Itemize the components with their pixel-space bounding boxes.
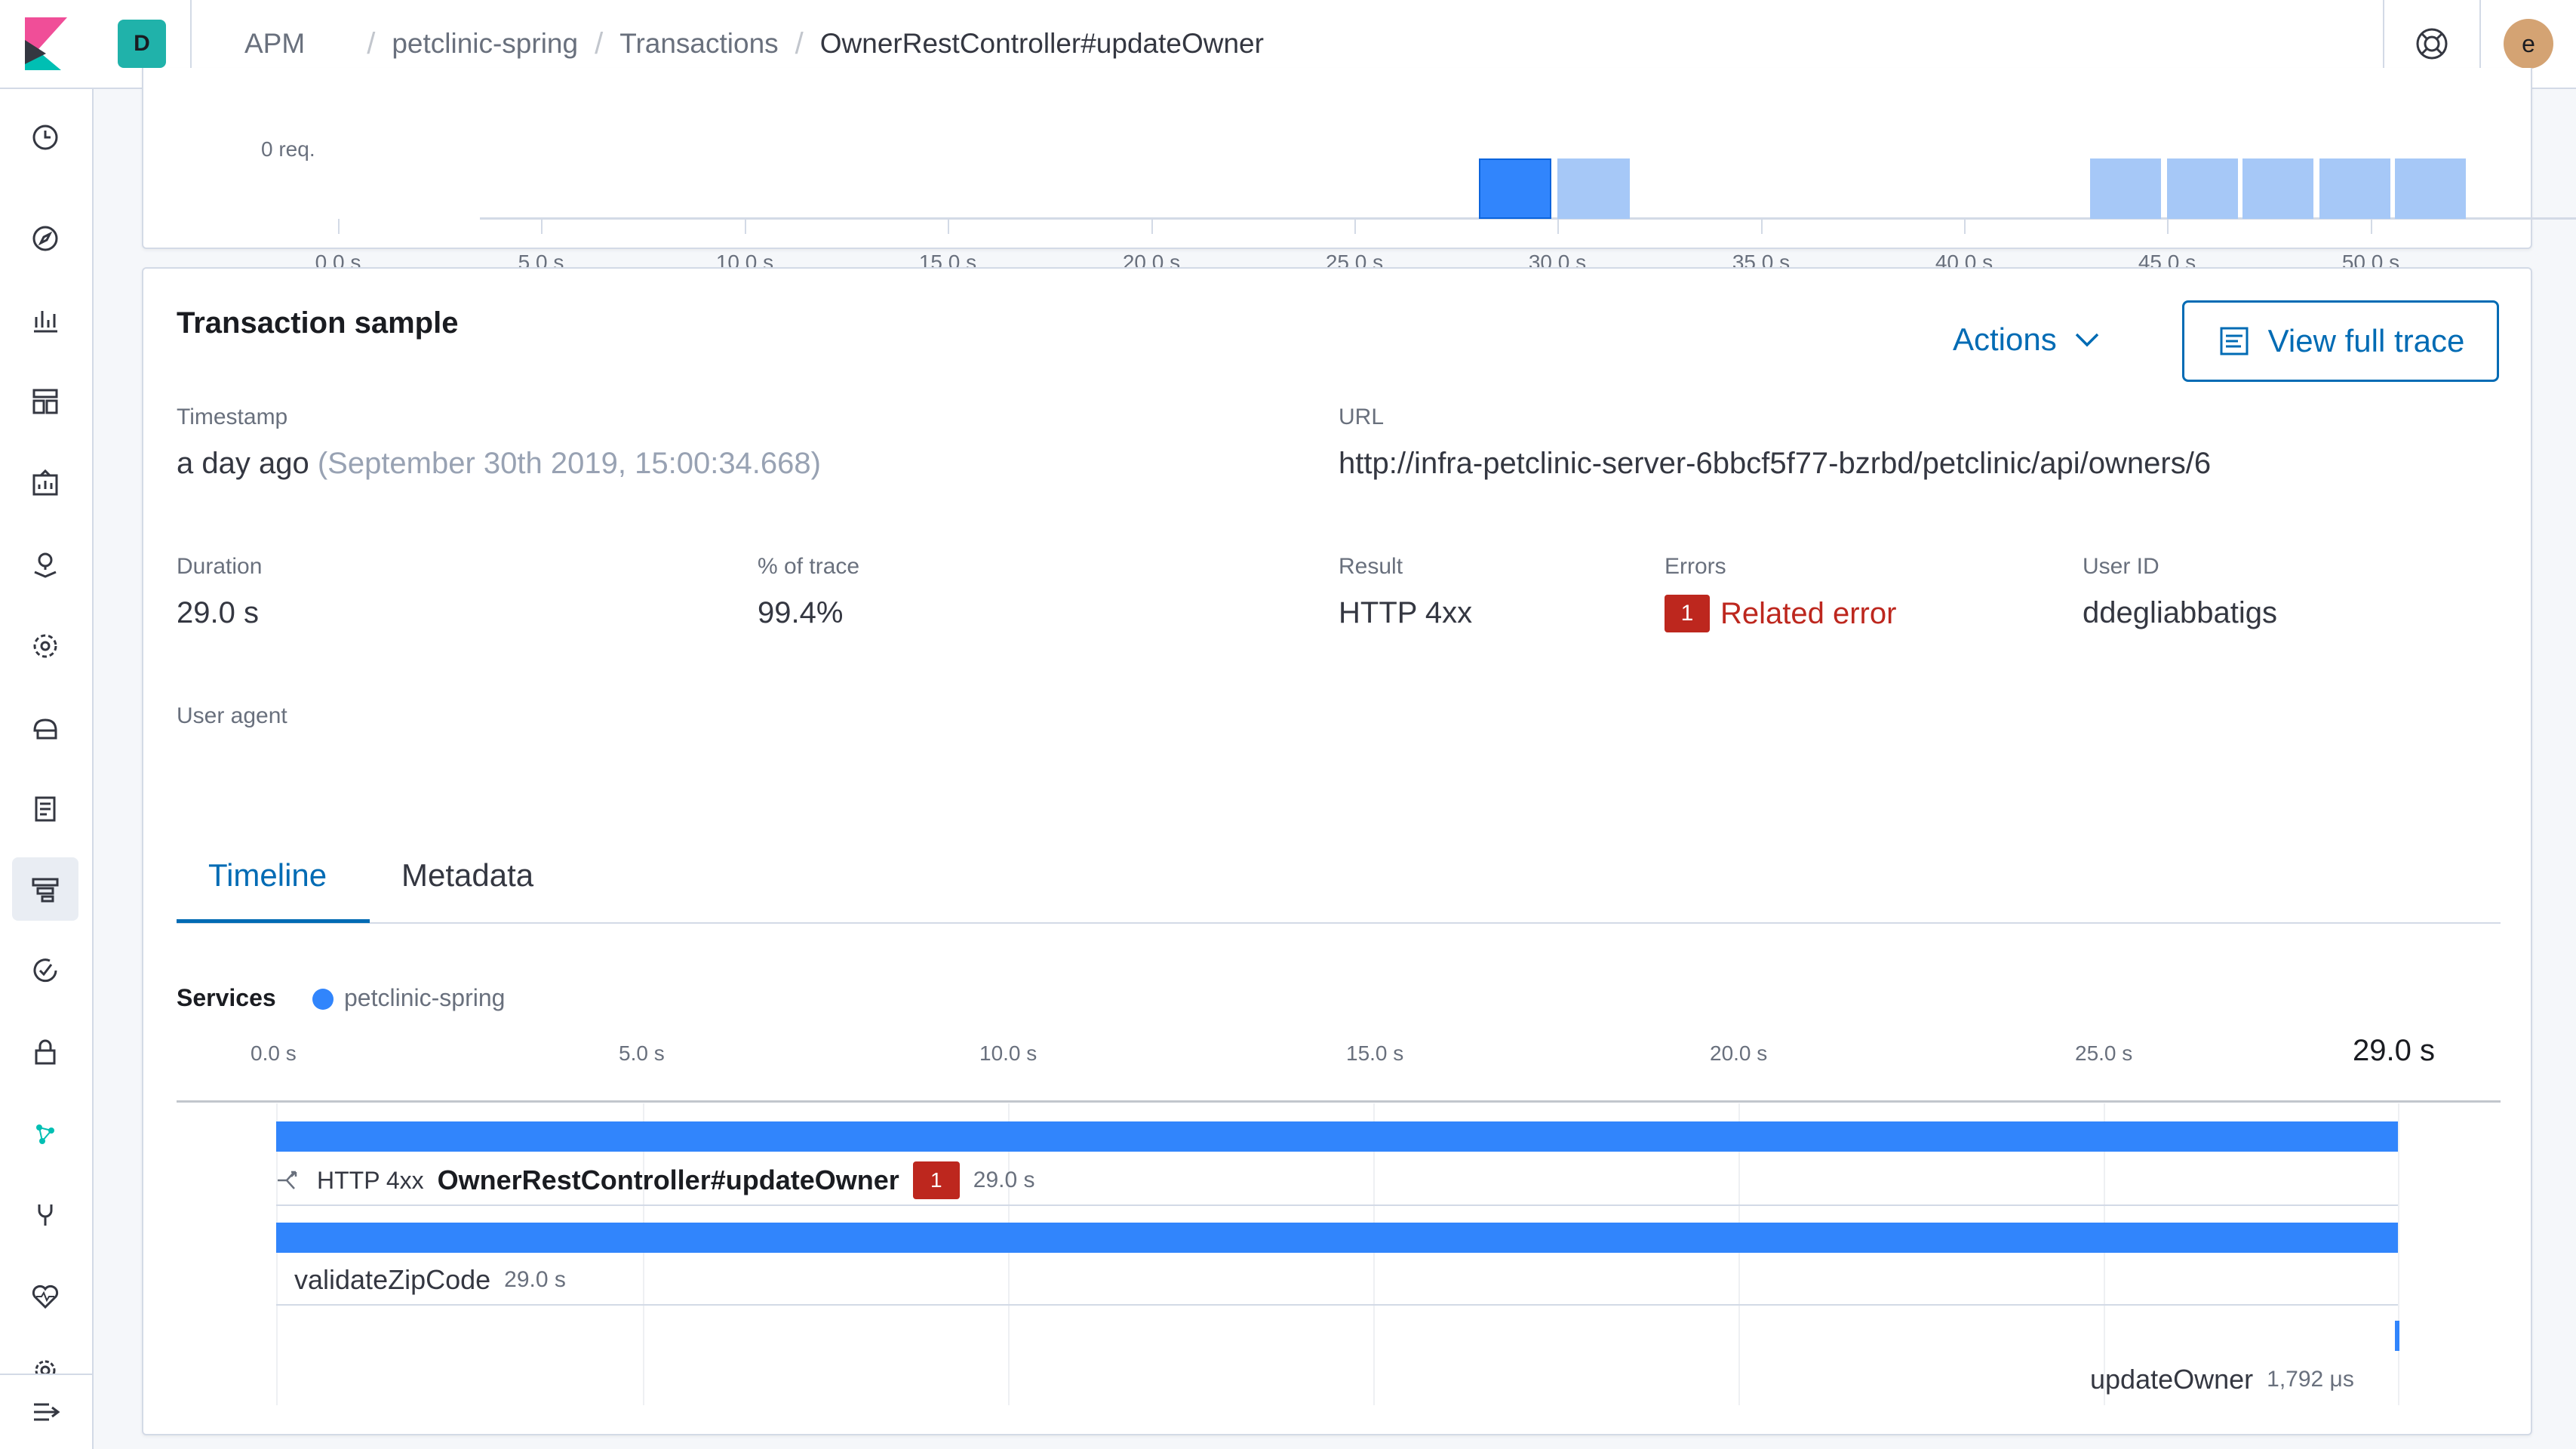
discover-compass-icon[interactable] [12,207,78,270]
timestamp-value: a day ago (September 30th 2019, 15:00:34… [177,447,821,481]
timestamp-relative: a day ago [177,447,309,480]
side-nav [0,89,94,1449]
breadcrumb-service[interactable]: petclinic-spring [392,28,578,60]
url-label: URL [1339,405,1385,429]
histogram-bar[interactable] [2319,158,2390,219]
histogram-bar[interactable] [2242,158,2313,219]
tabs-divider [177,922,2501,924]
services-label: Services [177,984,276,1011]
histogram-bar[interactable] [2395,158,2466,219]
timestamp-label: Timestamp [177,405,288,429]
transaction-merge-icon [278,1171,297,1189]
timeline-axis [177,1100,2501,1103]
duration-histogram: 0 req. 0.0 s 5.0 s 10.0 s 15.0 s 20.0 s … [142,68,2576,274]
panel-title: Transaction sample [177,306,459,340]
breadcrumb-apm[interactable]: APM [244,28,305,60]
span-duration: 1,792 μs [2267,1367,2354,1392]
service-color-dot [312,989,334,1010]
tab-metadata[interactable]: Metadata [401,857,533,894]
breadcrumb-transactions[interactable]: Transactions [619,28,778,60]
chevron-down-icon [2075,333,2098,347]
timeline-end-label: 29.0 s [2353,1034,2435,1067]
machine-learning-icon[interactable] [12,614,78,678]
document-icon [2220,327,2249,355]
tab-timeline[interactable]: Timeline [208,857,327,894]
error-count-badge: 1 [1665,595,1710,632]
span-row[interactable]: validateZipCode 29.0 s [294,1257,566,1303]
user-id-label: User ID [2083,554,2159,579]
view-full-trace-label: View full trace [2267,323,2465,358]
timeline-tick-label: 20.0 s [1710,1041,1768,1065]
related-error-label: Related error [1720,596,1897,630]
user-id-value: ddegliabbatigs [2083,596,2277,629]
span-bar[interactable] [276,1223,2398,1253]
transaction-error-badge[interactable]: 1 [912,1161,960,1199]
breadcrumb-separator: / [595,26,604,60]
view-full-trace-button[interactable]: View full trace [2182,300,2499,382]
histogram-bar[interactable] [2167,158,2238,219]
transaction-status: HTTP 4xx [317,1166,424,1194]
transaction-row[interactable]: HTTP 4xx OwnerRestController#updateOwner… [276,1158,1035,1203]
kibana-logo-icon [25,17,67,70]
dev-tools-icon[interactable] [12,1183,78,1247]
transaction-bar[interactable] [276,1121,2398,1152]
result-value: HTTP 4xx [1339,596,1473,629]
user-agent-label: User agent [177,703,287,728]
timestamp-absolute: (September 30th 2019, 15:00:34.668) [317,447,821,480]
histogram-bar[interactable] [1557,158,1630,219]
duration-label: Duration [177,554,263,579]
transaction-duration: 29.0 s [973,1168,1035,1192]
span-name: updateOwner [2090,1364,2254,1395]
collapse-nav-button[interactable] [0,1374,92,1449]
maps-icon[interactable] [12,533,78,596]
actions-button[interactable]: Actions [1953,321,2101,358]
related-error-link[interactable]: 1 Related error [1665,595,1896,632]
dashboard-icon[interactable] [12,370,78,433]
infrastructure-icon[interactable] [12,696,78,759]
uptime-icon[interactable] [12,939,78,1002]
breadcrumb-separator: / [795,26,804,60]
canvas-icon[interactable] [12,451,78,515]
histogram-bar[interactable] [2090,158,2161,219]
kibana-logo[interactable] [0,0,94,88]
result-label: Result [1339,554,1403,579]
siem-lock-icon[interactable] [12,1020,78,1084]
actions-label: Actions [1953,321,2057,357]
transaction-sample-panel: Transaction sample Actions View full tra… [142,267,2532,1435]
breadcrumb-current: OwnerRestController#updateOwner [819,28,1264,59]
timeline-tick-label: 0.0 s [251,1041,297,1065]
monitoring-icon[interactable] [12,1265,78,1328]
duration-value: 29.0 s [177,596,259,629]
recently-viewed-icon[interactable] [12,106,78,169]
space-avatar: D [118,20,166,68]
errors-label: Errors [1665,554,1726,579]
url-value: http://infra-petclinic-server-6bbcf5f77-… [1339,447,2212,480]
timeline-tick-label: 25.0 s [2075,1041,2133,1065]
avatar: e [2504,19,2553,69]
timeline-tick-label: 10.0 s [979,1041,1037,1065]
breadcrumb-separator: / [367,26,376,60]
span-name: validateZipCode [294,1264,491,1295]
percent-of-trace-value: 99.4% [758,596,844,629]
graph-icon[interactable] [12,1102,78,1165]
service-name: petclinic-spring [344,984,506,1011]
tab-active-indicator [177,919,370,923]
span-row[interactable]: updateOwner 1,792 μs [2090,1357,2354,1402]
span-bar[interactable] [2395,1321,2399,1351]
transaction-name: OwnerRestController#updateOwner [437,1164,899,1195]
span-duration: 29.0 s [504,1267,566,1292]
timeline-tick-label: 5.0 s [619,1041,665,1065]
logs-icon[interactable] [12,777,78,841]
percent-of-trace-label: % of trace [758,554,860,579]
timeline-tick-label: 15.0 s [1346,1041,1404,1065]
collapse-icon [34,1403,60,1421]
visualize-icon[interactable] [12,288,78,352]
histogram-bar-selected[interactable] [1479,158,1551,219]
histogram-y-label: 0 req. [261,137,315,161]
apm-icon[interactable] [12,857,78,921]
help-icon [2416,28,2448,60]
